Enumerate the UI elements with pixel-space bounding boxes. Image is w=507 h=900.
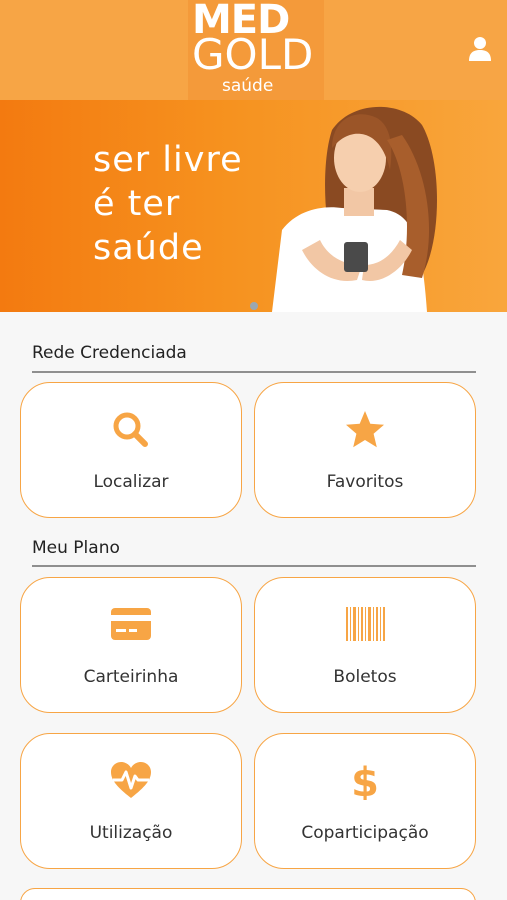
card-coparticipacao[interactable]: $ Coparticipação	[254, 733, 476, 869]
card-next-partial[interactable]	[20, 888, 476, 900]
promo-banner[interactable]: ser livre é ter saúde	[0, 100, 507, 312]
card-favoritos[interactable]: Favoritos	[254, 382, 476, 518]
star-icon	[346, 411, 384, 448]
heartbeat-icon	[111, 762, 151, 798]
search-icon	[113, 412, 148, 447]
banner-text-line-3: saúde	[93, 228, 204, 268]
user-profile-button[interactable]	[468, 36, 492, 62]
barcode-icon	[346, 607, 385, 641]
logo-text-gold: GOLD	[192, 30, 314, 79]
card-label: Favoritos	[326, 472, 404, 492]
carousel-indicator-dot[interactable]	[250, 302, 258, 310]
banner-woman-image	[272, 106, 437, 312]
section-title-meu-plano: Meu Plano	[32, 538, 120, 558]
dollar-icon: $	[351, 760, 379, 800]
svg-text:$: $	[351, 760, 379, 800]
card-label: Utilização	[89, 823, 173, 843]
banner-text-line-1: ser livre	[93, 140, 243, 180]
card-boletos[interactable]: Boletos	[254, 577, 476, 713]
logo-text-saude: saúde	[222, 76, 274, 96]
card-localizar[interactable]: Localizar	[20, 382, 242, 518]
credit-card-icon	[111, 608, 151, 640]
section-divider	[32, 565, 476, 567]
app-header: MED GOLD saúde	[0, 0, 507, 100]
card-utilizacao[interactable]: Utilização	[20, 733, 242, 869]
card-label: Coparticipação	[301, 823, 429, 843]
user-icon	[469, 37, 491, 61]
card-label: Localizar	[93, 472, 169, 492]
card-label: Boletos	[333, 667, 397, 687]
card-carteirinha[interactable]: Carteirinha	[20, 577, 242, 713]
section-title-rede-credenciada: Rede Credenciada	[32, 343, 187, 363]
medgold-logo: MED GOLD saúde	[188, 0, 324, 100]
section-divider	[32, 371, 476, 373]
banner-text-line-2: é ter	[93, 184, 181, 224]
card-label: Carteirinha	[83, 667, 179, 687]
